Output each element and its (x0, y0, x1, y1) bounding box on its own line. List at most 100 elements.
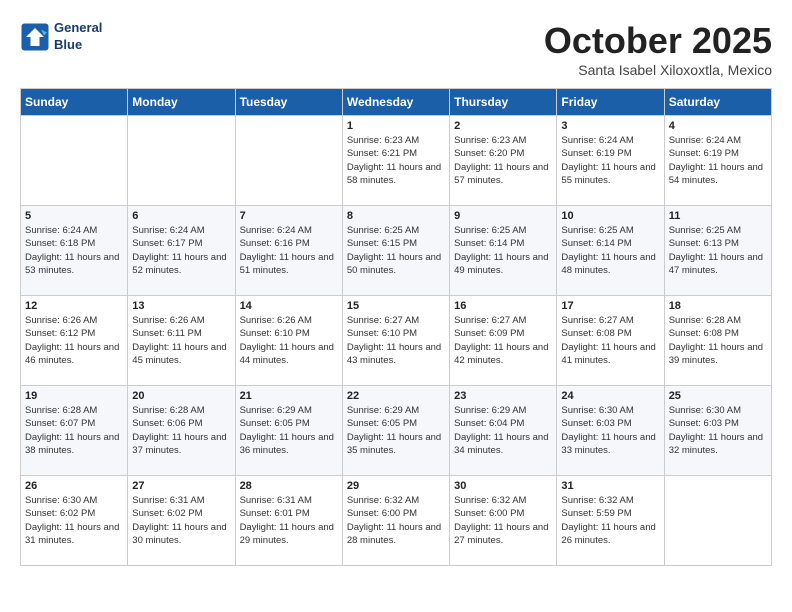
calendar-cell: 12 Sunrise: 6:26 AM Sunset: 6:12 PM Dayli… (21, 296, 128, 386)
day-number: 10 (561, 210, 659, 222)
calendar-cell (664, 476, 771, 566)
day-number: 4 (669, 120, 767, 132)
day-info: Sunrise: 6:32 AM Sunset: 6:00 PM Dayligh… (454, 494, 552, 547)
day-number: 12 (25, 300, 123, 312)
calendar-cell: 14 Sunrise: 6:26 AM Sunset: 6:10 PM Dayli… (235, 296, 342, 386)
day-info: Sunrise: 6:26 AM Sunset: 6:10 PM Dayligh… (240, 314, 338, 367)
day-info: Sunrise: 6:26 AM Sunset: 6:12 PM Dayligh… (25, 314, 123, 367)
weekday-header: Saturday (664, 89, 771, 116)
day-number: 14 (240, 300, 338, 312)
day-number: 26 (25, 480, 123, 492)
calendar-cell: 21Sunrise: 6:29 AM Sunset: 6:05 PM Dayli… (235, 386, 342, 476)
day-info: Sunrise: 6:29 AM Sunset: 6:04 PM Dayligh… (454, 404, 552, 457)
calendar-cell: 10 Sunrise: 6:25 AM Sunset: 6:14 PM Dayli… (557, 206, 664, 296)
calendar-cell: 27 Sunrise: 6:31 AM Sunset: 6:02 PM Dayli… (128, 476, 235, 566)
calendar-cell: 20 Sunrise: 6:28 AM Sunset: 6:06 PM Dayli… (128, 386, 235, 476)
day-info: Sunrise: 6:24 AM Sunset: 6:19 PM Dayligh… (669, 134, 767, 187)
day-info: Sunrise: 6:25 AM Sunset: 6:14 PM Dayligh… (561, 224, 659, 277)
day-number: 3 (561, 120, 659, 132)
day-number: 1 (347, 120, 445, 132)
calendar-table: SundayMondayTuesdayWednesdayThursdayFrid… (20, 88, 772, 566)
calendar-cell (235, 116, 342, 206)
day-number: 5 (25, 210, 123, 222)
calendar-cell: 2 Sunrise: 6:23 AM Sunset: 6:20 PM Daylig… (450, 116, 557, 206)
day-number: 31 (561, 480, 659, 492)
calendar-cell: 1 Sunrise: 6:23 AM Sunset: 6:21 PM Daylig… (342, 116, 449, 206)
calendar-week-row: 12 Sunrise: 6:26 AM Sunset: 6:12 PM Dayli… (21, 296, 772, 386)
day-number: 6 (132, 210, 230, 222)
day-info: Sunrise: 6:32 AM Sunset: 5:59 PM Dayligh… (561, 494, 659, 547)
day-info: Sunrise: 6:27 AM Sunset: 6:09 PM Dayligh… (454, 314, 552, 367)
weekday-header: Thursday (450, 89, 557, 116)
logo-text: General Blue (54, 20, 102, 54)
day-number: 25 (669, 390, 767, 402)
day-info: Sunrise: 6:32 AM Sunset: 6:00 PM Dayligh… (347, 494, 445, 547)
day-info: Sunrise: 6:23 AM Sunset: 6:21 PM Dayligh… (347, 134, 445, 187)
title-block: October 2025 Santa Isabel Xiloxoxtla, Me… (544, 20, 772, 78)
calendar-cell: 13Sunrise: 6:26 AM Sunset: 6:11 PM Dayli… (128, 296, 235, 386)
day-info: Sunrise: 6:24 AM Sunset: 6:18 PM Dayligh… (25, 224, 123, 277)
calendar-cell: 11 Sunrise: 6:25 AM Sunset: 6:13 PM Dayli… (664, 206, 771, 296)
calendar-cell: 9 Sunrise: 6:25 AM Sunset: 6:14 PM Daylig… (450, 206, 557, 296)
day-number: 22 (347, 390, 445, 402)
day-info: Sunrise: 6:24 AM Sunset: 6:16 PM Dayligh… (240, 224, 338, 277)
day-number: 8 (347, 210, 445, 222)
logo: General Blue (20, 20, 102, 54)
day-info: Sunrise: 6:26 AM Sunset: 6:11 PM Dayligh… (132, 314, 230, 367)
day-number: 15 (347, 300, 445, 312)
calendar-cell: 22 Sunrise: 6:29 AM Sunset: 6:05 PM Dayli… (342, 386, 449, 476)
calendar-cell: 4 Sunrise: 6:24 AM Sunset: 6:19 PM Daylig… (664, 116, 771, 206)
calendar-cell: 15Sunrise: 6:27 AM Sunset: 6:10 PM Dayli… (342, 296, 449, 386)
calendar-cell: 6 Sunrise: 6:24 AM Sunset: 6:17 PM Daylig… (128, 206, 235, 296)
day-info: Sunrise: 6:25 AM Sunset: 6:15 PM Dayligh… (347, 224, 445, 277)
location-subtitle: Santa Isabel Xiloxoxtla, Mexico (544, 62, 772, 78)
calendar-week-row: 1 Sunrise: 6:23 AM Sunset: 6:21 PM Daylig… (21, 116, 772, 206)
calendar-week-row: 5 Sunrise: 6:24 AM Sunset: 6:18 PM Daylig… (21, 206, 772, 296)
day-info: Sunrise: 6:28 AM Sunset: 6:06 PM Dayligh… (132, 404, 230, 457)
weekday-header: Monday (128, 89, 235, 116)
day-info: Sunrise: 6:25 AM Sunset: 6:14 PM Dayligh… (454, 224, 552, 277)
weekday-header: Sunday (21, 89, 128, 116)
day-number: 19 (25, 390, 123, 402)
day-info: Sunrise: 6:24 AM Sunset: 6:19 PM Dayligh… (561, 134, 659, 187)
calendar-cell: 5 Sunrise: 6:24 AM Sunset: 6:18 PM Daylig… (21, 206, 128, 296)
day-info: Sunrise: 6:31 AM Sunset: 6:02 PM Dayligh… (132, 494, 230, 547)
day-number: 9 (454, 210, 552, 222)
day-number: 21 (240, 390, 338, 402)
calendar-cell: 28Sunrise: 6:31 AM Sunset: 6:01 PM Dayli… (235, 476, 342, 566)
day-info: Sunrise: 6:28 AM Sunset: 6:08 PM Dayligh… (669, 314, 767, 367)
day-number: 7 (240, 210, 338, 222)
day-number: 11 (669, 210, 767, 222)
day-info: Sunrise: 6:29 AM Sunset: 6:05 PM Dayligh… (347, 404, 445, 457)
day-number: 29 (347, 480, 445, 492)
calendar-cell: 30Sunrise: 6:32 AM Sunset: 6:00 PM Dayli… (450, 476, 557, 566)
day-number: 20 (132, 390, 230, 402)
day-info: Sunrise: 6:25 AM Sunset: 6:13 PM Dayligh… (669, 224, 767, 277)
calendar-week-row: 26Sunrise: 6:30 AM Sunset: 6:02 PM Dayli… (21, 476, 772, 566)
day-info: Sunrise: 6:24 AM Sunset: 6:17 PM Dayligh… (132, 224, 230, 277)
day-number: 28 (240, 480, 338, 492)
logo-icon (20, 22, 50, 52)
calendar-cell: 24 Sunrise: 6:30 AM Sunset: 6:03 PM Dayli… (557, 386, 664, 476)
calendar-cell: 25Sunrise: 6:30 AM Sunset: 6:03 PM Dayli… (664, 386, 771, 476)
calendar-cell: 8 Sunrise: 6:25 AM Sunset: 6:15 PM Daylig… (342, 206, 449, 296)
day-info: Sunrise: 6:23 AM Sunset: 6:20 PM Dayligh… (454, 134, 552, 187)
calendar-cell: 7 Sunrise: 6:24 AM Sunset: 6:16 PM Daylig… (235, 206, 342, 296)
month-title: October 2025 (544, 20, 772, 62)
calendar-cell: 26Sunrise: 6:30 AM Sunset: 6:02 PM Dayli… (21, 476, 128, 566)
day-info: Sunrise: 6:30 AM Sunset: 6:03 PM Dayligh… (561, 404, 659, 457)
weekday-header: Friday (557, 89, 664, 116)
calendar-cell: 16Sunrise: 6:27 AM Sunset: 6:09 PM Dayli… (450, 296, 557, 386)
weekday-header: Wednesday (342, 89, 449, 116)
day-info: Sunrise: 6:28 AM Sunset: 6:07 PM Dayligh… (25, 404, 123, 457)
day-number: 27 (132, 480, 230, 492)
calendar-cell: 18Sunrise: 6:28 AM Sunset: 6:08 PM Dayli… (664, 296, 771, 386)
day-number: 23 (454, 390, 552, 402)
weekday-header: Tuesday (235, 89, 342, 116)
day-info: Sunrise: 6:27 AM Sunset: 6:08 PM Dayligh… (561, 314, 659, 367)
calendar-cell: 19 Sunrise: 6:28 AM Sunset: 6:07 PM Dayli… (21, 386, 128, 476)
calendar-cell: 17Sunrise: 6:27 AM Sunset: 6:08 PM Dayli… (557, 296, 664, 386)
calendar-cell (128, 116, 235, 206)
day-number: 2 (454, 120, 552, 132)
day-number: 24 (561, 390, 659, 402)
